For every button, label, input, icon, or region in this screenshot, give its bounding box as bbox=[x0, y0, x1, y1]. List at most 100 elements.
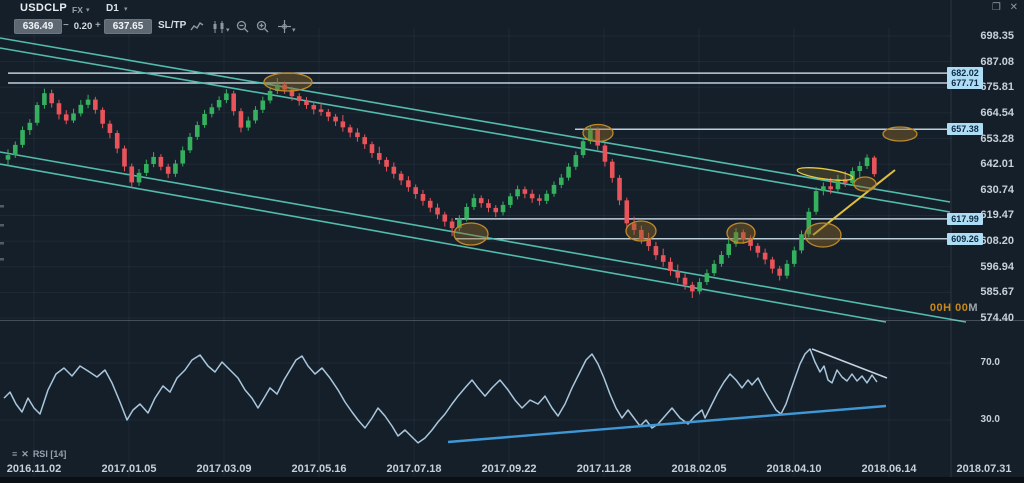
candle-body bbox=[297, 96, 302, 101]
candle-body bbox=[122, 149, 127, 167]
candle-body bbox=[362, 137, 367, 144]
candle-body bbox=[537, 198, 542, 201]
rsi-menu-icon[interactable]: ≡ bbox=[12, 449, 17, 459]
price-tick-label: 664.54 bbox=[956, 107, 1014, 119]
ellipse-annotation[interactable] bbox=[805, 223, 841, 247]
candle-body bbox=[13, 145, 18, 155]
candlestick-style-caret-icon[interactable]: ▾ bbox=[226, 26, 230, 34]
candle-body bbox=[180, 150, 185, 163]
candle-body bbox=[144, 164, 149, 173]
volume-value[interactable]: 0.20 bbox=[72, 21, 94, 32]
price-tick-label: 687.08 bbox=[956, 56, 1014, 68]
candle-body bbox=[224, 93, 229, 100]
candle-body bbox=[472, 198, 477, 207]
timeframe-caret-icon[interactable]: ▾ bbox=[124, 5, 128, 13]
ellipse-annotation[interactable] bbox=[454, 223, 488, 245]
object-anchor-marker bbox=[0, 224, 4, 227]
price-level-tag: 657.38 bbox=[947, 123, 983, 135]
candle-body bbox=[370, 144, 375, 153]
close-window-icon[interactable]: ✕ bbox=[1010, 2, 1018, 13]
candle-body bbox=[690, 285, 695, 292]
rsi-tick-label: 30.0 bbox=[956, 414, 1000, 425]
zoom-in-icon[interactable] bbox=[256, 20, 269, 38]
candle-body bbox=[552, 185, 557, 194]
candle-body bbox=[377, 153, 382, 160]
candle-body bbox=[581, 141, 586, 155]
ellipse-annotation[interactable] bbox=[854, 177, 876, 191]
candle-body bbox=[261, 100, 266, 109]
ellipse-annotation[interactable] bbox=[727, 223, 755, 243]
candle-body bbox=[792, 250, 797, 263]
ellipse-annotation[interactable] bbox=[264, 73, 312, 91]
candle-body bbox=[566, 167, 571, 178]
candle-body bbox=[421, 194, 426, 201]
crosshair-caret-icon[interactable]: ▾ bbox=[292, 26, 296, 34]
candle-body bbox=[210, 107, 215, 114]
line-chart-icon[interactable] bbox=[190, 20, 204, 38]
ellipse-annotation[interactable] bbox=[626, 221, 656, 241]
market-label[interactable]: FX bbox=[72, 5, 83, 15]
candle-body bbox=[326, 112, 331, 117]
candle-body bbox=[355, 133, 360, 138]
date-tick-label: 2017.01.05 bbox=[84, 463, 174, 475]
date-tick-label: 2016.11.02 bbox=[0, 463, 79, 475]
sell-button[interactable]: 636.49 bbox=[14, 19, 62, 34]
candle-body bbox=[865, 158, 870, 166]
chart-canvas[interactable] bbox=[0, 0, 1024, 483]
candle-body bbox=[654, 246, 659, 255]
candle-body bbox=[100, 110, 105, 124]
rsi-support-line[interactable] bbox=[448, 406, 886, 442]
volume-minus-button[interactable]: − bbox=[63, 20, 69, 31]
date-tick-label: 2017.05.16 bbox=[274, 463, 364, 475]
ellipse-annotation[interactable] bbox=[883, 127, 917, 141]
candle-body bbox=[821, 186, 826, 191]
ellipse-annotation[interactable] bbox=[583, 125, 613, 142]
candle-body bbox=[6, 155, 11, 160]
rsi-tick-label: 70.0 bbox=[956, 357, 1000, 368]
timeframe-label[interactable]: D1 bbox=[106, 3, 119, 14]
object-anchor-marker bbox=[0, 258, 4, 261]
object-anchor-marker bbox=[0, 205, 4, 208]
candle-body bbox=[79, 105, 84, 114]
candle-body bbox=[173, 164, 178, 174]
window-controls: ❐ ✕ bbox=[986, 2, 1018, 13]
candle-body bbox=[406, 180, 411, 187]
candle-body bbox=[137, 173, 142, 183]
volume-plus-button[interactable]: + bbox=[95, 20, 101, 31]
candle-body bbox=[486, 203, 491, 208]
candle-body bbox=[814, 191, 819, 212]
price-tick-label: 585.67 bbox=[956, 286, 1014, 298]
symbol-label[interactable]: USDCLP bbox=[20, 2, 67, 14]
candle-body bbox=[64, 114, 69, 120]
object-anchor-marker bbox=[0, 242, 4, 245]
price-tick-label: 630.74 bbox=[956, 184, 1014, 196]
candle-body bbox=[603, 146, 608, 162]
candle-body bbox=[501, 205, 506, 212]
candle-body bbox=[392, 167, 397, 174]
candle-body bbox=[610, 162, 615, 178]
crosshair-icon[interactable] bbox=[278, 20, 291, 38]
candle-body bbox=[443, 214, 448, 221]
sltp-button[interactable]: SL/TP bbox=[158, 20, 186, 31]
market-caret-icon[interactable]: ▾ bbox=[86, 6, 90, 14]
candle-body bbox=[268, 91, 273, 101]
candle-body bbox=[311, 105, 316, 109]
zoom-out-icon[interactable] bbox=[236, 20, 249, 38]
candle-body bbox=[508, 196, 513, 205]
buy-button[interactable]: 637.65 bbox=[104, 19, 152, 34]
rsi-close-icon[interactable]: ✕ bbox=[21, 449, 29, 459]
candle-body bbox=[785, 264, 790, 276]
candle-body bbox=[28, 123, 33, 130]
candle-body bbox=[188, 137, 193, 150]
candle-body bbox=[231, 93, 236, 111]
channel-lower-2-trendline[interactable] bbox=[0, 164, 886, 322]
candle-body bbox=[705, 273, 710, 282]
date-tick-label: 2017.09.22 bbox=[464, 463, 554, 475]
candle-body bbox=[464, 207, 469, 219]
candle-body bbox=[683, 278, 688, 285]
candle-body bbox=[319, 109, 324, 112]
restore-window-icon[interactable]: ❐ bbox=[992, 2, 1001, 13]
candlestick-style-icon[interactable] bbox=[212, 20, 226, 38]
price-level-tag: 617.99 bbox=[947, 213, 983, 225]
date-tick-label: 2018.04.10 bbox=[749, 463, 839, 475]
